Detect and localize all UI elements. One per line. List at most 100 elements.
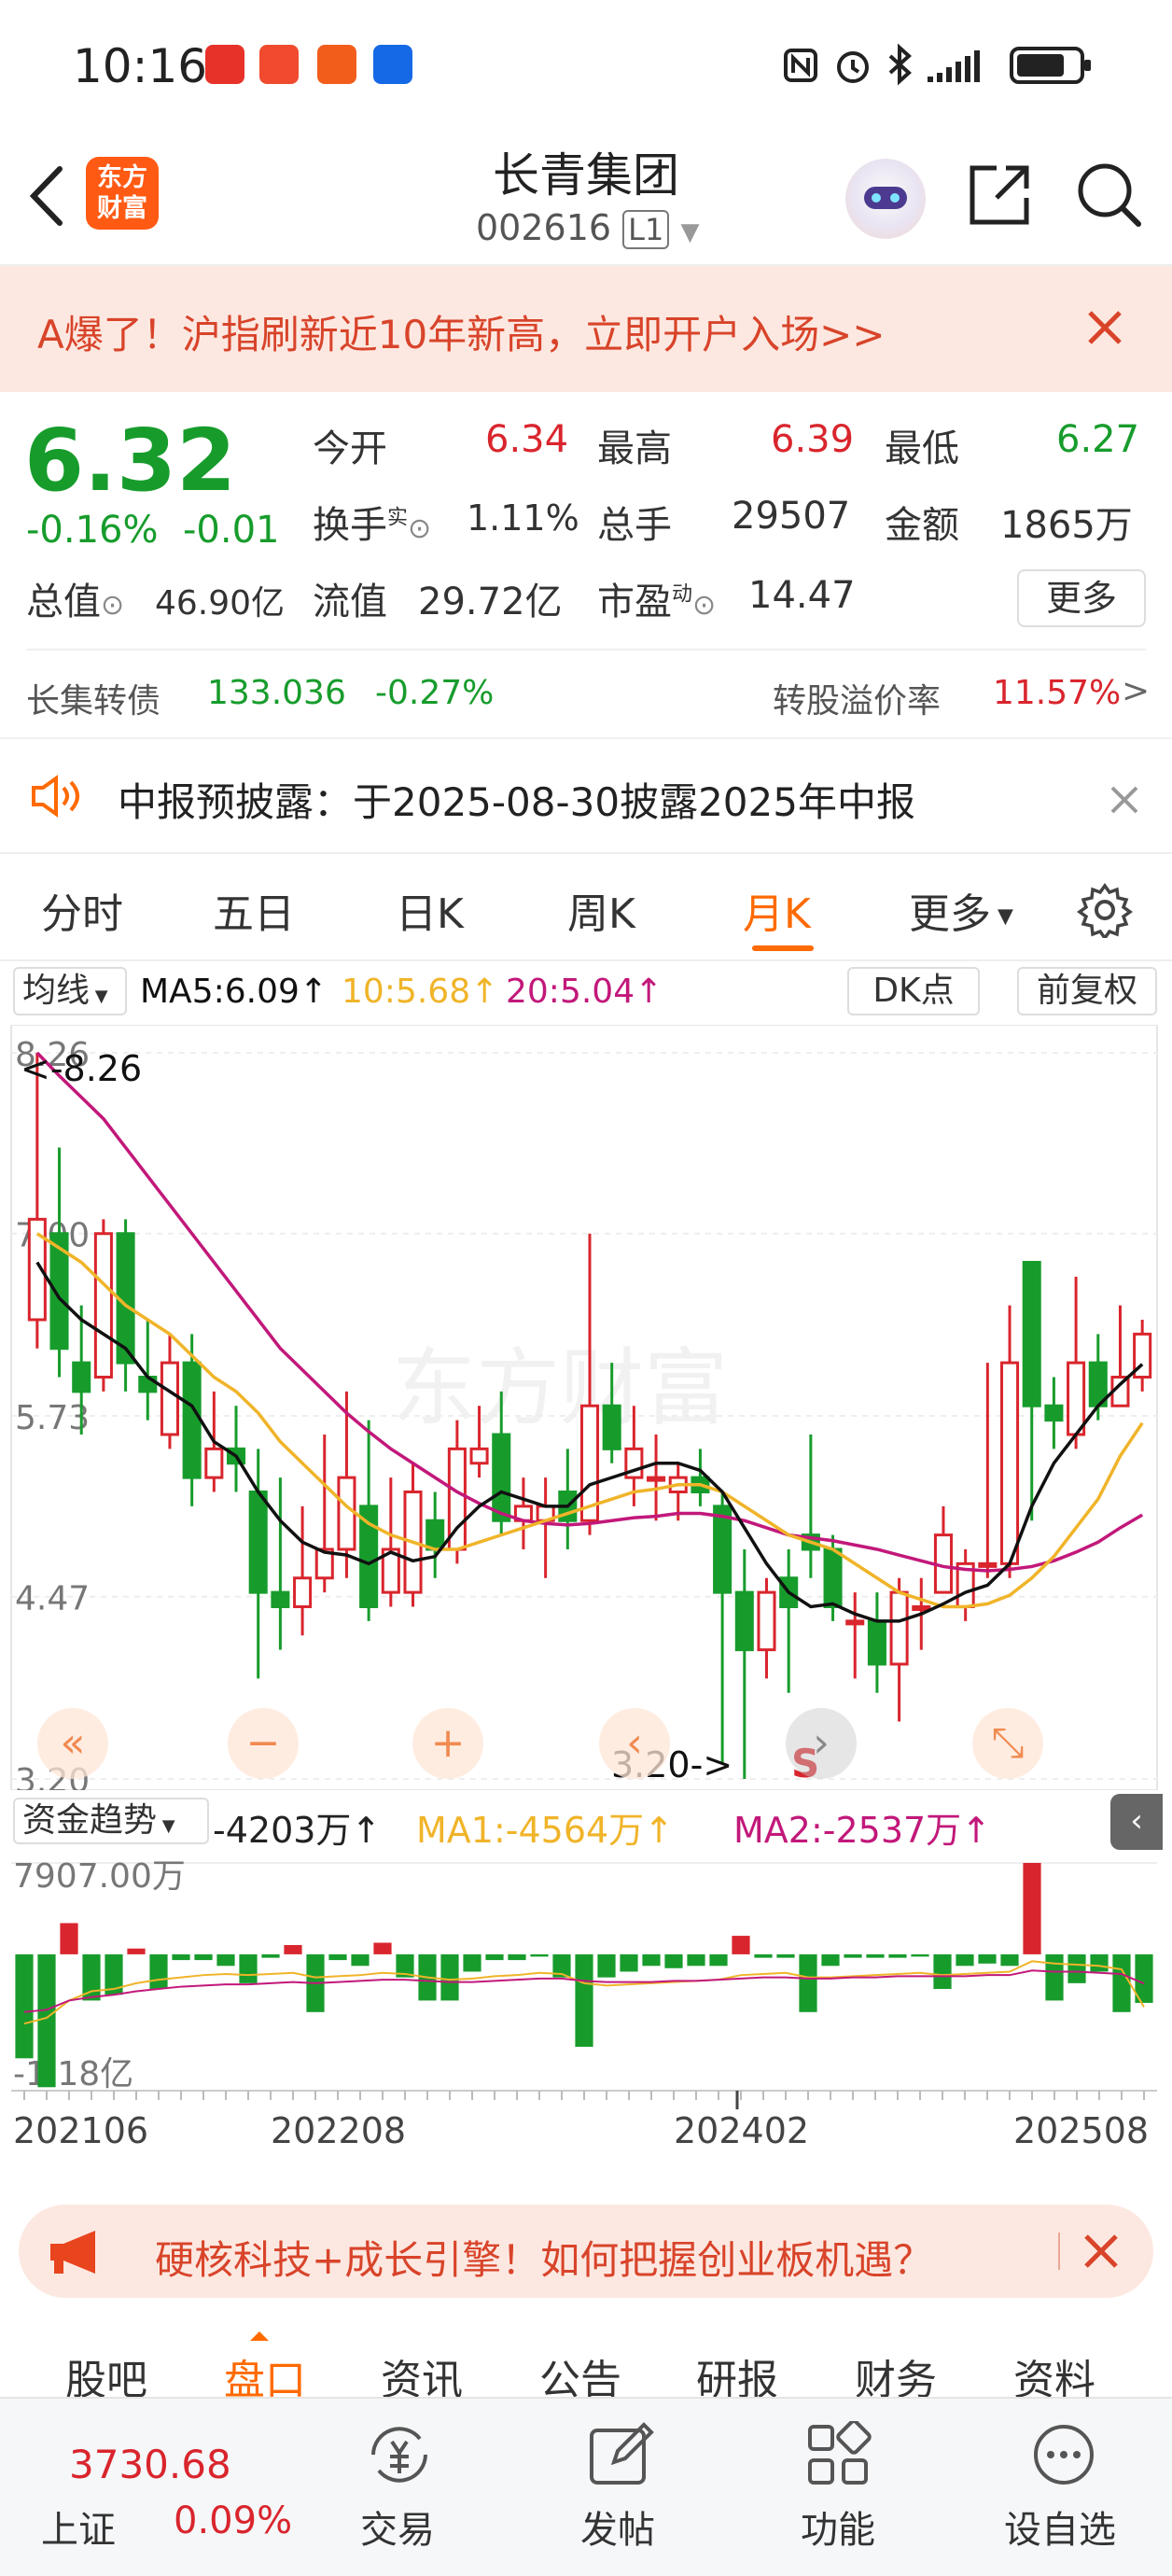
post-button[interactable]: 发帖	[537, 2399, 705, 2576]
ad-banner[interactable]: A爆了！沪指刷新近10年新高，立即开户入场>>	[0, 266, 1172, 392]
candle-body	[72, 1361, 91, 1393]
pe-value: 14.47	[748, 574, 856, 617]
fund-bar	[284, 1944, 302, 1954]
chevron-left-icon: ‹	[1130, 1802, 1143, 1840]
fund-bar	[978, 1953, 997, 1964]
candle-body	[867, 1619, 886, 1666]
subtab-guba[interactable]: 股吧	[65, 2346, 147, 2397]
quote-panel: 6.32 -0.16% -0.01 今开 6.34 最高 6.39 最低 6.2…	[0, 392, 1172, 737]
candle-body	[823, 1547, 843, 1608]
more-button[interactable]: 更多	[1017, 569, 1146, 627]
fund-bar	[732, 1936, 750, 1954]
notice-bar[interactable]: 中报预披露：于2025-08-30披露2025年中报	[0, 737, 1172, 854]
step-left-button[interactable]: ‹	[599, 1708, 670, 1779]
zoom-out-button[interactable]: −	[228, 1708, 299, 1779]
fund-bar	[575, 1953, 593, 2047]
step-left-icon: ‹	[626, 1719, 643, 1767]
subtab-yanbao[interactable]: 研报	[696, 2346, 778, 2397]
float-label: 流值	[313, 581, 387, 623]
trade-button[interactable]: 交易	[317, 2399, 485, 2576]
post-label: 发帖	[580, 2509, 655, 2552]
premium-label[interactable]: 转股溢价率	[773, 674, 941, 722]
share-icon[interactable]	[965, 161, 1034, 230]
stock-code-row[interactable]: 002616 L1 ▼	[476, 207, 699, 249]
premium-value: 11.57%	[993, 674, 1122, 712]
x-tick-label: 202508	[1013, 2110, 1149, 2151]
fund-bar	[597, 1953, 616, 1978]
tab-zhouk[interactable]: 周K	[567, 880, 635, 940]
tab-more[interactable]: 更多 ▼	[909, 880, 1013, 940]
close-icon[interactable]	[1084, 307, 1125, 348]
tab-rik[interactable]: 日K	[396, 880, 464, 940]
subtab-gonggao[interactable]: 公告	[539, 2346, 621, 2397]
settings-gear-icon[interactable]	[1077, 882, 1133, 938]
battery-icon	[1010, 47, 1091, 84]
mktcap-value: 46.90亿	[155, 584, 286, 623]
info-icon: ⊙	[101, 589, 125, 622]
kline-chart-area: 均线 ▼ MA5:6.09↑ 10:5.68↑ 20:5.04↑ DK点 前复权…	[0, 961, 1172, 2184]
dk-button[interactable]: DK点	[847, 967, 980, 1015]
candle-body	[93, 1232, 113, 1379]
adjust-button[interactable]: 前复权	[1017, 967, 1157, 1015]
close-icon[interactable]	[1082, 2233, 1120, 2270]
subtab-caiwu[interactable]: 财务	[855, 2346, 937, 2397]
signal-icon	[928, 50, 980, 82]
candle-body	[978, 1561, 998, 1568]
kline-chart[interactable]: 东方财富8.267.005.734.473.20<-8.263.20->S«−+…	[0, 1025, 1172, 1790]
fund-select[interactable]: 资金趋势 ▼	[13, 1798, 209, 1844]
ma-select[interactable]: 均线 ▼	[13, 967, 127, 1015]
fund-bar	[687, 1953, 705, 1967]
function-button[interactable]: 功能	[754, 2399, 922, 2576]
robot-assistant-icon[interactable]	[845, 159, 926, 239]
info-icon: ⊙	[692, 589, 717, 622]
subtab-zixun[interactable]: 资讯	[381, 2346, 463, 2397]
trade-label: 交易	[360, 2509, 435, 2552]
search-icon[interactable]	[1073, 159, 1144, 230]
close-icon[interactable]	[1109, 784, 1140, 816]
fund-ma1: MA1:-4564万↑	[416, 1810, 675, 1851]
bond-name[interactable]: 长集转债	[26, 674, 160, 722]
low-value: 6.27	[1056, 418, 1140, 461]
step-right-button[interactable]: ›	[786, 1708, 857, 1779]
bluetooth-icon	[888, 43, 912, 86]
fund-bar	[911, 1953, 929, 1957]
fund-bar	[1045, 1953, 1064, 2001]
candle-body	[271, 1590, 290, 1608]
tab-fenshi[interactable]: 分时	[41, 880, 123, 940]
low-label: 最低	[885, 427, 959, 470]
tab-wuri[interactable]: 五日	[213, 880, 295, 940]
pe-label: 市盈动⊙	[597, 581, 717, 623]
fund-bar	[776, 1953, 795, 1958]
fund-chart[interactable]: 7907.00万 -1.18亿 202106 202208 202402 202508	[0, 1848, 1172, 2156]
bottom-nav: 3730.68 上证 0.09% 交易 发帖 功能 设自选	[0, 2397, 1172, 2576]
fund-bar	[261, 1953, 280, 1958]
fund-bar	[709, 1953, 728, 1967]
index-widget[interactable]: 3730.68 上证 0.09%	[0, 2399, 299, 2576]
fund-bar	[1090, 1953, 1109, 1972]
tab-yuek[interactable]: 月K	[743, 880, 811, 940]
fullscreen-button[interactable]: ⤡	[972, 1708, 1043, 1779]
subtab-pankou[interactable]: 盘口	[224, 2346, 306, 2397]
divider	[1058, 2233, 1060, 2270]
candle-body	[293, 1576, 313, 1608]
subtab-ziliao[interactable]: 资料	[1013, 2346, 1095, 2397]
y-tick-label: 5.73	[15, 1399, 90, 1437]
tab-indicator	[752, 945, 814, 951]
open-label: 今开	[313, 427, 387, 470]
period-tabs: 分时 五日 日K 周K 月K 更多 ▼	[0, 854, 1172, 961]
collapse-panel-button[interactable]: ‹	[1110, 1794, 1163, 1850]
candle-body	[248, 1490, 268, 1594]
fund-bar	[844, 1953, 862, 1958]
notice-text[interactable]: 中报预披露：于2025-08-30披露2025年中报	[118, 771, 915, 828]
volume-label: 总手	[597, 504, 672, 547]
zoom-in-button[interactable]: +	[412, 1708, 483, 1779]
chevron-right-icon[interactable]: >	[1122, 672, 1150, 710]
candle-body	[889, 1590, 909, 1666]
promo-text[interactable]: 硬核科技+成长引擎！如何把握创业板机遇？	[155, 2229, 932, 2286]
watchlist-button[interactable]: 设自选	[980, 2399, 1148, 2576]
fast-back-button[interactable]: «	[37, 1708, 108, 1779]
zoom-in-icon: +	[431, 1719, 466, 1767]
promo-banner[interactable]: 硬核科技+成长引擎！如何把握创业板机遇？	[19, 2205, 1153, 2298]
banner-text[interactable]: A爆了！沪指刷新近10年新高，立即开户入场>>	[37, 303, 886, 360]
info-icon: ⊙	[408, 512, 432, 545]
